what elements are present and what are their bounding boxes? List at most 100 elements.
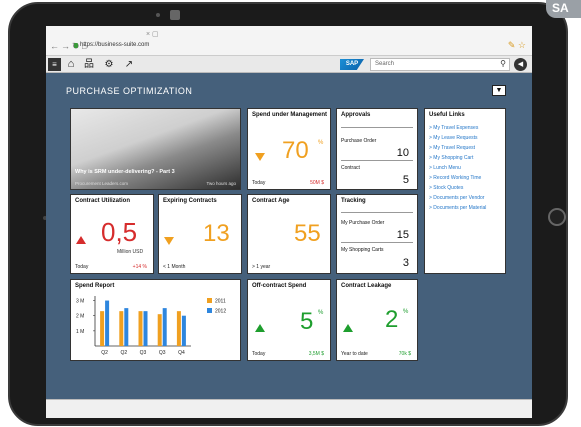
tile-title: Approvals bbox=[341, 112, 371, 118]
kpi-unit: % bbox=[403, 309, 409, 315]
trend-up-icon bbox=[255, 324, 265, 332]
x-tick-label: Q2 bbox=[101, 350, 108, 356]
trend-down-icon bbox=[164, 237, 174, 245]
bar-2012 bbox=[124, 308, 129, 346]
tile-title: Tracking bbox=[341, 198, 366, 204]
spend-under-management-tile[interactable]: Spend under Management 70 % Today 50M $ bbox=[247, 108, 331, 190]
legend-swatch bbox=[207, 298, 212, 303]
search-input[interactable]: Search ⚲ bbox=[370, 58, 510, 71]
link-item[interactable]: > Documents per Vendor bbox=[429, 193, 486, 203]
tile-title: Spend under Management bbox=[252, 112, 328, 118]
divider bbox=[341, 127, 413, 128]
tile-title: Contract Utilization bbox=[75, 198, 130, 204]
tile-footer-right: +14 % bbox=[132, 264, 147, 270]
spend-report-tile[interactable]: Spend Report 3 M 2 M 1 M Q2 Q2 Q3 Q3 Q4 2011 2012 bbox=[70, 279, 241, 361]
chevron-down-icon[interactable]: ▼ bbox=[492, 85, 506, 96]
trend-up-icon bbox=[343, 324, 353, 332]
bar-2012 bbox=[162, 308, 167, 346]
menu-icon[interactable]: ≡ bbox=[48, 58, 61, 71]
useful-links-tile: Useful Links > My Travel Expenses > My L… bbox=[424, 108, 506, 274]
tracking-row-value: 3 bbox=[402, 257, 409, 269]
kpi-unit: Million USD bbox=[117, 249, 144, 255]
gear-icon[interactable]: ⚙ bbox=[102, 58, 116, 71]
link-item[interactable]: > My Travel Request bbox=[429, 143, 486, 153]
link-item[interactable]: > My Shopping Cart bbox=[429, 153, 486, 163]
links-list: > My Travel Expenses > My Leave Requests… bbox=[429, 123, 486, 213]
tile-footer-left: Today bbox=[252, 180, 266, 186]
home-icon[interactable]: ⌂ bbox=[64, 58, 78, 71]
divider bbox=[341, 242, 413, 243]
share-icon[interactable]: ↗ bbox=[122, 58, 136, 71]
tablet-sensor bbox=[156, 13, 160, 17]
approval-row-label: Contract bbox=[341, 165, 360, 171]
news-source: Procurement Leaders.com bbox=[75, 181, 129, 186]
link-item[interactable]: > Stock Quotes bbox=[429, 183, 486, 193]
news-image bbox=[71, 109, 240, 189]
divider bbox=[341, 212, 413, 213]
kpi-value: 55 bbox=[294, 220, 321, 247]
contract-utilization-tile[interactable]: Contract Utilization 0,5 Million USD Tod… bbox=[70, 194, 154, 274]
kpi-unit: % bbox=[318, 310, 324, 316]
search-icon[interactable]: ⚲ bbox=[500, 59, 506, 68]
tracking-row-label: My Shopping Carts bbox=[341, 247, 384, 253]
legend-label: 2012 bbox=[215, 309, 226, 315]
off-contract-spend-tile[interactable]: Off-contract Spend 5 % Today 3,5M $ bbox=[247, 279, 331, 361]
page-title: PURCHASE OPTIMIZATION bbox=[66, 86, 193, 96]
legend-label: 2011 bbox=[215, 299, 226, 305]
tab-close-icon[interactable]: × ▢ bbox=[146, 30, 159, 38]
tablet-screen: × ▢ ←→↻⌂ https://business-suite.com ✎ ☆ … bbox=[46, 26, 532, 418]
trend-up-icon bbox=[76, 236, 86, 244]
link-item[interactable]: > Documents per Material bbox=[429, 203, 486, 213]
footer-bar bbox=[46, 399, 532, 418]
y-tick-label: 1 M bbox=[76, 329, 84, 335]
corner-badge: SA bbox=[546, 0, 581, 18]
kpi-unit: % bbox=[318, 140, 324, 146]
bar-2012 bbox=[105, 300, 110, 346]
link-item[interactable]: > Record Working Time bbox=[429, 173, 486, 183]
back-icon[interactable]: ◀ bbox=[514, 58, 527, 71]
approvals-tile[interactable]: Approvals Purchase Order 10 Contract 5 bbox=[336, 108, 418, 190]
bar-2011 bbox=[176, 311, 181, 346]
kpi-value: 13 bbox=[203, 220, 230, 247]
contract-age-tile[interactable]: Contract Age 55 > 1 year bbox=[247, 194, 331, 274]
tracking-row-value: 15 bbox=[396, 229, 409, 241]
search-placeholder: Search bbox=[375, 61, 395, 67]
tile-title: Spend Report bbox=[75, 283, 115, 289]
divider bbox=[341, 160, 413, 161]
app-toolbar: ≡ ⌂ 品 ⚙ ↗ SAP Search ⚲ ◀ bbox=[46, 56, 532, 73]
kpi-value: 2 bbox=[385, 306, 399, 333]
bar-2011 bbox=[100, 311, 105, 346]
contract-leakage-tile[interactable]: Contract Leakage 2 % Year to date 70k $ bbox=[336, 279, 418, 361]
tile-footer-left: Today bbox=[252, 351, 266, 357]
bar-2012 bbox=[143, 311, 148, 346]
tracking-row-label: My Purchase Order bbox=[341, 220, 385, 226]
x-tick-label: Q3 bbox=[159, 350, 166, 356]
news-headline: Why is SRM under-delivering? - Part 3 bbox=[75, 169, 175, 175]
link-item[interactable]: > My Leave Requests bbox=[429, 133, 486, 143]
news-tile[interactable]: Why is SRM under-delivering? - Part 3 Pr… bbox=[70, 108, 241, 190]
lock-icon bbox=[74, 43, 78, 48]
link-item[interactable]: > My Travel Expenses bbox=[429, 123, 486, 133]
spend-report-chart: 3 M 2 M 1 M Q2 Q2 Q3 Q3 Q4 2011 2012 bbox=[76, 296, 226, 356]
link-item[interactable]: > Lunch Menu bbox=[429, 163, 486, 173]
x-tick-label: Q2 bbox=[120, 350, 127, 356]
sap-logo: SAP bbox=[340, 59, 364, 70]
tracking-tile[interactable]: Tracking My Purchase Order 15 My Shoppin… bbox=[336, 194, 418, 274]
tablet-home-button[interactable] bbox=[548, 208, 566, 226]
tile-title: Contract Age bbox=[252, 198, 290, 204]
bar-2012 bbox=[181, 315, 186, 346]
tile-footer-left: Today bbox=[75, 264, 89, 270]
tile-title: Contract Leakage bbox=[341, 283, 392, 289]
expiring-contracts-tile[interactable]: Expiring Contracts 13 < 1 Month bbox=[158, 194, 242, 274]
legend-swatch bbox=[207, 308, 212, 313]
org-chart-icon[interactable]: 品 bbox=[82, 58, 96, 71]
tile-footer-right: 50M $ bbox=[310, 180, 324, 186]
approval-row-value: 5 bbox=[402, 174, 409, 186]
tile-title: Useful Links bbox=[429, 112, 465, 118]
y-tick-label: 3 M bbox=[76, 299, 84, 305]
address-bar[interactable]: https://business-suite.com bbox=[80, 42, 149, 48]
bookmark-icon[interactable]: ✎ ☆ bbox=[508, 40, 526, 51]
kpi-value: 5 bbox=[300, 308, 314, 335]
tile-footer-right: 3,5M $ bbox=[308, 351, 324, 357]
news-time: Two hours ago bbox=[206, 181, 236, 186]
